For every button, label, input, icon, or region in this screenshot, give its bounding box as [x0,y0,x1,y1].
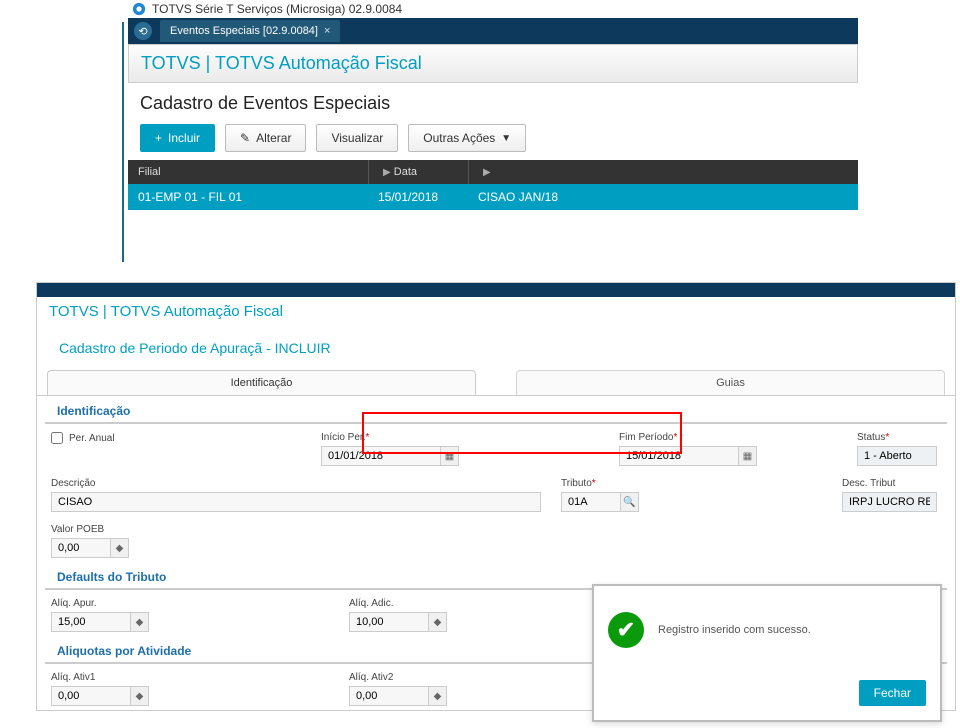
aliq-apur-input[interactable] [51,612,131,632]
outras-acoes-label: Outras Ações [423,131,495,145]
status-input[interactable] [857,446,937,466]
close-tab-icon[interactable]: × [324,25,330,37]
aliq-adic-label: Alíq. Adic. [349,598,447,609]
desc-tribut-label: Desc. Tribut [842,478,937,489]
fim-periodo-label: Fim Período* [619,432,757,443]
window-header-dark [37,283,955,297]
incluir-label: Incluir [168,131,200,145]
aliq-ativ1-input[interactable] [51,686,131,706]
breadcrumb: TOTVS | TOTVS Automação Fiscal [141,53,422,73]
toolbar: + Incluir ✎ Alterar Visualizar Outras Aç… [128,118,858,160]
descricao-label: Descrição [51,478,541,489]
grid-header: Filial ▶ Data ▶ [128,160,858,184]
aliq-ativ1-label: Alíq. Ativ1 [51,672,149,683]
tab-eventos-especiais[interactable]: Eventos Especiais [02.9.0084] × [160,20,340,42]
calendar-icon[interactable]: ▦ [441,446,459,466]
window-eventos-especiais: TOTVS Série T Serviços (Microsiga) 02.9.… [128,0,858,210]
fim-periodo-input[interactable] [619,446,739,466]
valor-poeb-input[interactable] [51,538,111,558]
chevron-down-icon: ▼ [501,133,511,144]
success-dialog: ✔ Registro inserido com sucesso. Fechar [592,584,942,722]
aliq-ativ2-input[interactable] [349,686,429,706]
per-anual-label: Per. Anual [69,433,115,444]
tab-guias[interactable]: Guias [516,370,945,395]
per-anual-checkbox[interactable]: Per. Anual [51,432,301,444]
breadcrumb-bar: TOTVS | TOTVS Automação Fiscal [128,44,858,83]
inicio-per-label: Início Per.* [321,432,459,443]
inicio-per-input[interactable] [321,446,441,466]
aliq-apur-label: Alíq. Apur. [51,598,149,609]
breadcrumb-2: TOTVS | TOTVS Automação Fiscal [37,297,955,326]
app-icon [132,2,146,16]
outras-acoes-button[interactable]: Outras Ações ▼ [408,124,526,152]
incluir-button[interactable]: + Incluir [140,124,215,152]
aliq-adic-input[interactable] [349,612,429,632]
dialog-message: Registro inserido com sucesso. [658,624,811,636]
fechar-button[interactable]: Fechar [859,680,926,706]
success-check-icon: ✔ [608,612,644,648]
table-row[interactable]: 01-EMP 01 - FIL 01 15/01/2018 CISAO JAN/… [128,184,858,210]
alterar-label: Alterar [256,131,291,145]
stepper-icon[interactable]: ◆ [131,612,149,632]
plus-icon: + [155,131,162,145]
page-title: Cadastro de Eventos Especiais [128,83,858,118]
cell-desc: CISAO JAN/18 [468,184,858,210]
valor-poeb-label: Valor POEB [51,524,129,535]
stepper-icon[interactable]: ◆ [429,686,447,706]
stepper-icon[interactable]: ◆ [131,686,149,706]
col-data[interactable]: ▶ Data [368,160,468,184]
tab-strip: ⟲ Eventos Especiais [02.9.0084] × [128,18,858,44]
tributo-input[interactable] [561,492,621,512]
tributo-label: Tributo* [561,478,639,489]
status-label: Status* [857,432,937,443]
desc-tribut-input [842,492,937,512]
descricao-input[interactable] [51,492,541,512]
alterar-button[interactable]: ✎ Alterar [225,124,306,152]
visualizar-label: Visualizar [331,131,383,145]
fechar-label: Fechar [874,686,911,700]
tab-label: Eventos Especiais [02.9.0084] [170,25,318,37]
form-tabs: Identificação Guias [37,370,955,396]
aliq-ativ2-label: Alíq. Ativ2 [349,672,447,683]
cell-filial: 01-EMP 01 - FIL 01 [128,184,368,210]
cell-data: 15/01/2018 [368,184,468,210]
search-icon[interactable]: 🔍 [621,492,639,512]
pencil-icon: ✎ [240,131,250,145]
calendar-icon[interactable]: ▦ [739,446,757,466]
subpage-title: Cadastro de Periodo de Apuraçã - INCLUIR [37,326,955,370]
col-filial[interactable]: Filial [128,160,368,184]
os-title-bar: TOTVS Série T Serviços (Microsiga) 02.9.… [128,0,858,18]
col-blank[interactable]: ▶ [468,160,858,184]
tab-identificacao[interactable]: Identificação [47,370,476,395]
per-anual-input[interactable] [51,432,63,444]
section-identificacao: Identificação [45,396,947,424]
sort-icon: ▶ [483,167,491,178]
stepper-icon[interactable]: ◆ [111,538,129,558]
stepper-icon[interactable]: ◆ [429,612,447,632]
back-button[interactable]: ⟲ [134,22,152,40]
window-title: TOTVS Série T Serviços (Microsiga) 02.9.… [152,2,402,16]
sort-icon: ▶ [383,167,391,178]
visualizar-button[interactable]: Visualizar [316,124,398,152]
